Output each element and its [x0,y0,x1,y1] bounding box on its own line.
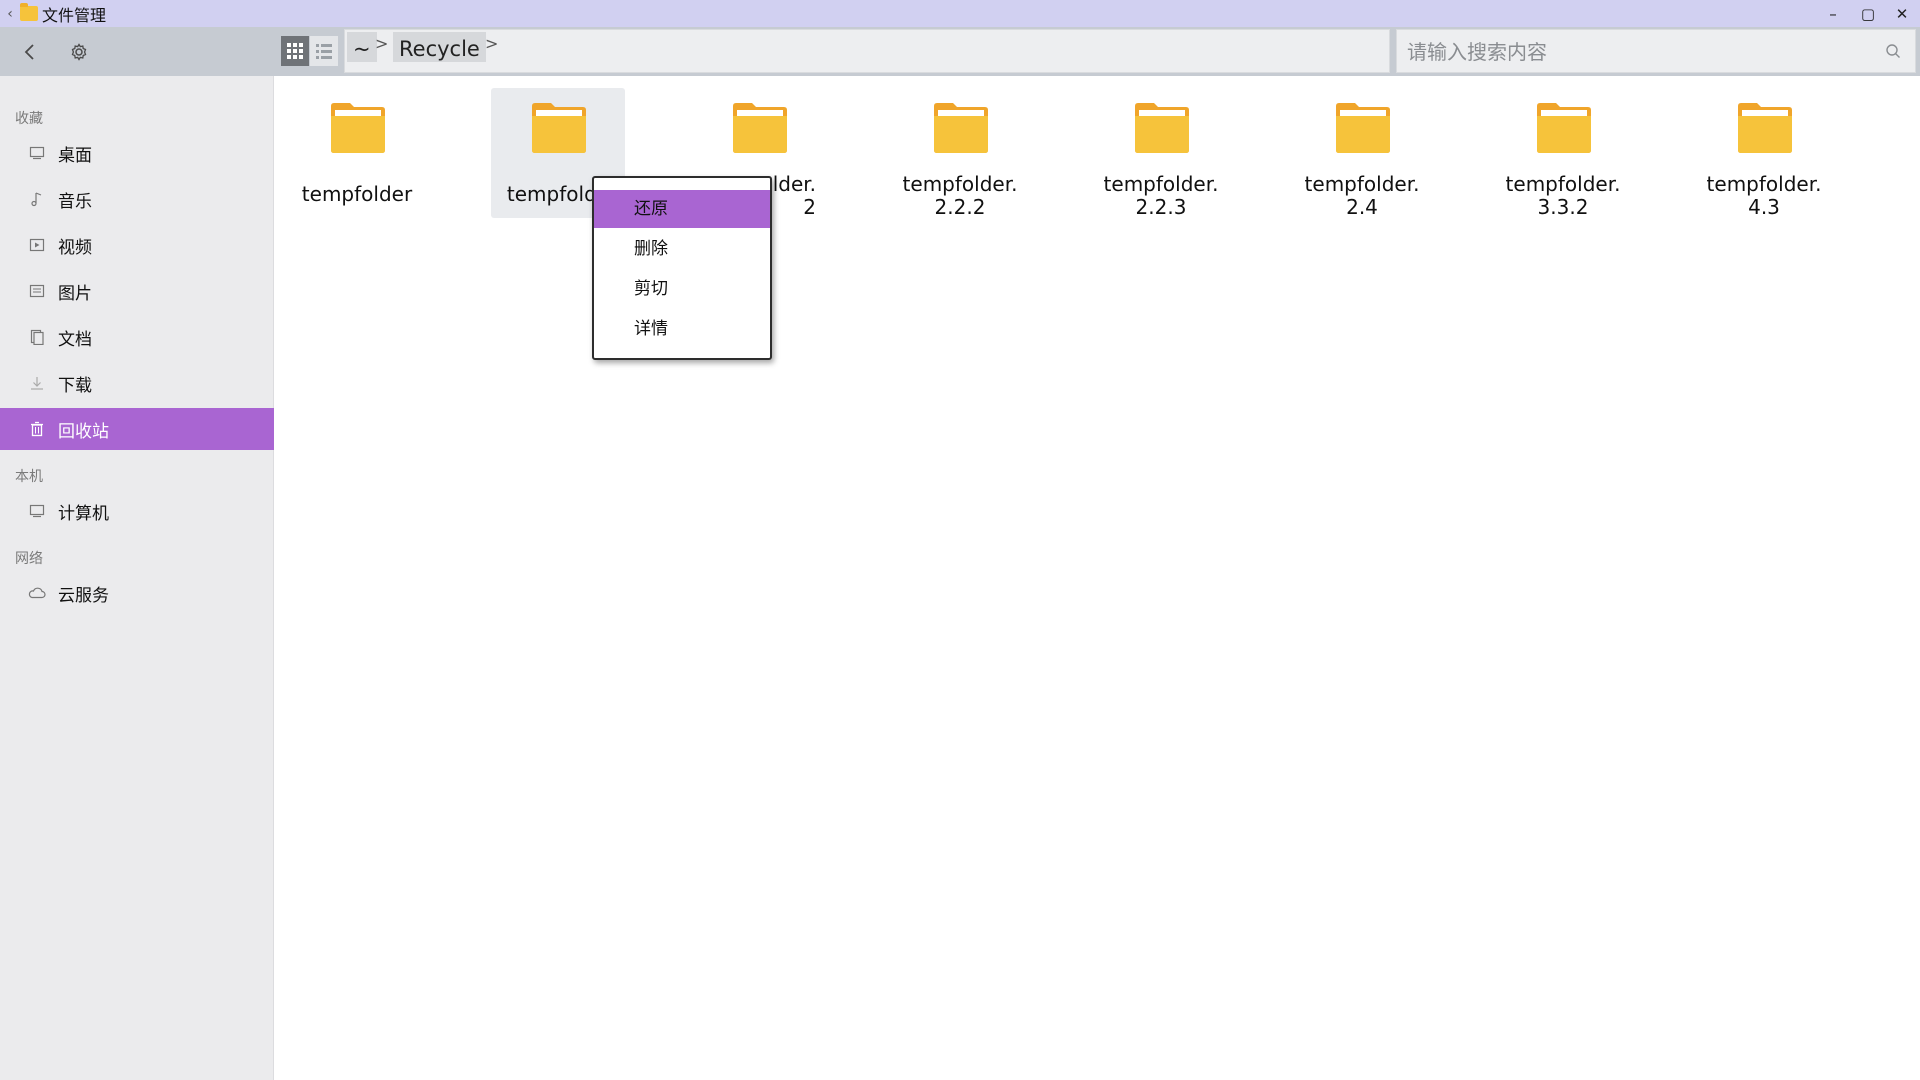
folder-name: tempfolder. [1304,172,1420,196]
file-view: tempfolder tempfolde lder. 2 tempfolder. 2.2.… [275,76,1920,1080]
folder-name: tempfolder. [1103,172,1219,196]
document-icon [28,328,46,346]
grid-view-button[interactable] [281,36,309,66]
folder-item[interactable]: tempfolder [290,88,424,218]
folder-icon [331,103,385,153]
download-icon [28,374,46,392]
minimize-icon: – [1829,4,1837,23]
search-input[interactable] [1407,38,1867,66]
sidebar-section-network: 网络 [15,551,43,567]
folder-item[interactable]: tempfolder. 2.2.2 [893,88,1027,219]
folder-icon [733,103,787,153]
folder-icon [1135,103,1189,153]
chevron-left-icon [24,44,34,60]
sidebar-item-desktop[interactable]: 桌面 [0,132,274,174]
back-button[interactable] [13,35,47,69]
list-view-button[interactable] [310,36,338,66]
sidebar-item-label: 图片 [58,283,92,304]
desktop-icon [28,144,46,162]
window-title: 文件管理 [42,5,107,25]
sidebar-item-documents[interactable]: 文档 [0,316,274,358]
maximize-icon: ▢ [1860,4,1876,23]
sidebar-item-downloads[interactable]: 下载 [0,362,274,404]
close-button[interactable]: ✕ [1884,0,1920,27]
folder-name: tempfolder [301,182,413,206]
sidebar-item-label: 音乐 [58,191,92,212]
sidebar-item-label: 桌面 [58,145,92,166]
sidebar-item-label: 下载 [58,375,92,396]
video-icon [28,236,46,254]
folder-name-line2: 4.3 [1748,195,1780,219]
folder-icon [934,103,988,153]
toolbar: ~ > Recycle > [0,27,1920,76]
sidebar-item-trash[interactable]: 回收站 [0,408,274,450]
breadcrumb-recycle[interactable]: Recycle [393,32,486,62]
computer-icon [28,502,46,520]
title-bar: ‹ 文件管理 – ▢ ✕ [0,0,1920,27]
folder-name-line2: 2.2.3 [1135,195,1187,219]
trash-icon [28,420,46,438]
sidebar-item-label: 云服务 [58,585,109,606]
settings-button[interactable] [62,35,96,69]
sidebar-item-pictures[interactable]: 图片 [0,270,274,312]
sidebar: 收藏 桌面 音乐 视频 图片 文档 下载 回收站 本机 计算机 网络 云服务 [0,76,274,1080]
breadcrumb-home[interactable]: ~ [347,32,377,62]
menu-item-details[interactable]: 详情 [594,310,770,348]
folder-item[interactable]: tempfolder. 4.3 [1697,88,1831,219]
folder-icon [1537,103,1591,153]
folder-item[interactable]: tempfolder. 2.2.3 [1094,88,1228,219]
folder-app-icon [20,3,38,21]
sidebar-section-this-computer: 本机 [15,469,43,485]
sidebar-item-music[interactable]: 音乐 [0,178,274,220]
sidebar-item-label: 计算机 [58,503,109,524]
breadcrumb-separator: > [375,34,389,53]
maximize-button[interactable]: ▢ [1850,0,1886,27]
folder-name: tempfolder. [1505,172,1621,196]
folder-name: tempfolder. [1706,172,1822,196]
sidebar-item-cloud[interactable]: 云服务 [0,572,274,614]
menu-item-delete[interactable]: 删除 [594,230,770,268]
sidebar-item-label: 文档 [58,329,92,350]
sidebar-section-favorites: 收藏 [15,111,43,127]
folder-name: tempfolder. [902,172,1018,196]
folder-name-line2: 3.3.2 [1537,195,1589,219]
minimize-button[interactable]: – [1815,0,1851,27]
sidebar-item-label: 回收站 [58,421,109,442]
menu-item-restore[interactable]: 还原 [594,190,770,228]
image-icon [28,282,46,300]
folder-name-line2: 2.2.2 [934,195,986,219]
list-view-icon [316,44,332,59]
title-back-icon[interactable]: ‹ [0,6,20,22]
sidebar-item-computer[interactable]: 计算机 [0,490,274,532]
folder-icon [532,103,586,153]
search-box [1396,29,1916,73]
folder-item[interactable]: tempfolder. 3.3.2 [1496,88,1630,219]
breadcrumb: ~ > Recycle > [344,29,1390,73]
sidebar-item-label: 视频 [58,237,92,258]
folder-icon [1336,103,1390,153]
grid-view-icon [287,43,303,59]
gear-icon [71,43,87,61]
folder-name-line2: 2.4 [1346,195,1378,219]
close-icon: ✕ [1895,4,1909,23]
folder-item[interactable]: tempfolder. 2.4 [1295,88,1429,219]
folder-icon [1738,103,1792,153]
breadcrumb-separator: > [485,34,499,53]
context-menu: 还原 删除 剪切 详情 [592,176,772,360]
cloud-icon [28,584,46,602]
sidebar-item-video[interactable]: 视频 [0,224,274,266]
search-icon[interactable] [1885,43,1901,59]
menu-item-cut[interactable]: 剪切 [594,270,770,308]
music-icon [28,190,46,208]
